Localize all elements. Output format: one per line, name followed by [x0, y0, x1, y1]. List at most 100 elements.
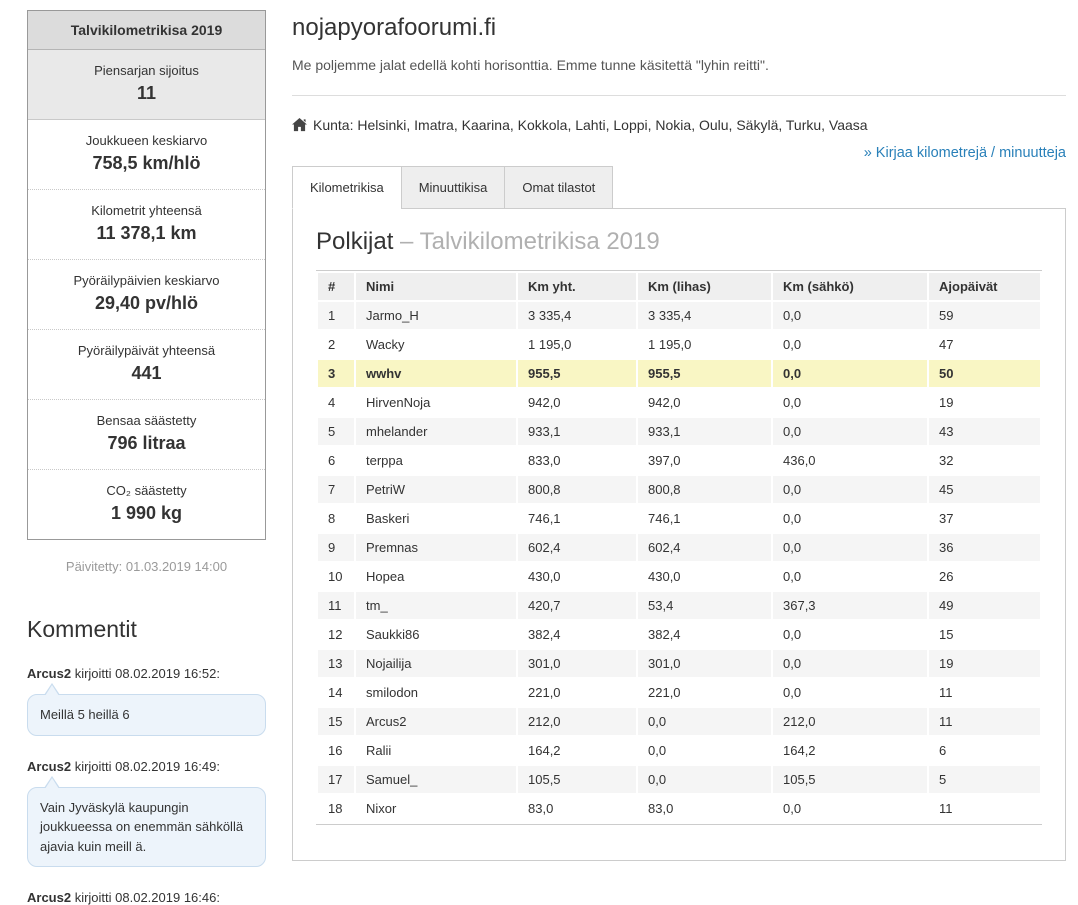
comments-heading: Kommentit	[27, 616, 266, 643]
team-stats-list: Piensarjan sijoitus 11 Joukkueen keskiar…	[28, 50, 265, 539]
tab[interactable]: Omat tilastot	[504, 166, 613, 209]
cell-km-muscle: 382,4	[638, 621, 771, 648]
team-stat: Piensarjan sijoitus 11	[28, 50, 265, 120]
cell-km-muscle: 0,0	[638, 766, 771, 793]
cell-days: 49	[929, 592, 1040, 619]
cell-km-total: 942,0	[518, 389, 636, 416]
comment: Arcus2 kirjoitti 08.02.2019 16:49: Vain …	[27, 759, 266, 868]
cell-rank: 18	[318, 795, 354, 822]
col-header-km-total: Km yht.	[518, 273, 636, 300]
cell-name: Wacky	[356, 331, 516, 358]
cell-km-electric: 0,0	[773, 679, 927, 706]
riders-table-head: # Nimi Km yht. Km (lihas) Km (sähkö) Ajo…	[318, 273, 1040, 300]
cell-km-total: 3 335,4	[518, 302, 636, 329]
cell-km-total: 933,1	[518, 418, 636, 445]
team-stat-label: Pyöräilypäivien keskiarvo	[36, 273, 257, 288]
comment-timestamp: kirjoitti 08.02.2019 16:52:	[71, 666, 220, 681]
table-row: 3 wwhv 955,5 955,5 0,0 50	[318, 360, 1040, 387]
cell-km-muscle: 602,4	[638, 534, 771, 561]
cell-name: Baskeri	[356, 505, 516, 532]
comment-meta: Arcus2 kirjoitti 08.02.2019 16:49:	[27, 759, 266, 774]
table-row: 17 Samuel_ 105,5 0,0 105,5 5	[318, 766, 1040, 793]
cell-km-electric: 0,0	[773, 360, 927, 387]
cell-km-muscle: 800,8	[638, 476, 771, 503]
team-stat-label: Kilometrit yhteensä	[36, 203, 257, 218]
team-stat-value: 29,40 pv/hlö	[36, 293, 257, 314]
cell-rank: 14	[318, 679, 354, 706]
cell-days: 47	[929, 331, 1040, 358]
cell-km-electric: 0,0	[773, 418, 927, 445]
cell-rank: 8	[318, 505, 354, 532]
cell-km-total: 83,0	[518, 795, 636, 822]
cell-km-total: 382,4	[518, 621, 636, 648]
cell-km-muscle: 1 195,0	[638, 331, 771, 358]
table-row: 16 Ralii 164,2 0,0 164,2 6	[318, 737, 1040, 764]
cell-rank: 15	[318, 708, 354, 735]
cell-km-muscle: 3 335,4	[638, 302, 771, 329]
municipality-text: Kunta: Helsinki, Imatra, Kaarina, Kokkol…	[313, 117, 868, 133]
cell-rank: 16	[318, 737, 354, 764]
cell-name: Nixor	[356, 795, 516, 822]
cell-days: 6	[929, 737, 1040, 764]
table-row: 7 PetriW 800,8 800,8 0,0 45	[318, 476, 1040, 503]
cell-days: 15	[929, 621, 1040, 648]
cell-km-total: 105,5	[518, 766, 636, 793]
home-icon	[292, 118, 307, 132]
team-stat: Joukkueen keskiarvo 758,5 km/hlö	[28, 120, 265, 190]
team-stat-value: 11	[36, 83, 257, 104]
cell-days: 11	[929, 795, 1040, 822]
riders-table-body: 1 Jarmo_H 3 335,4 3 335,4 0,0 59 2 Wacky…	[318, 302, 1040, 822]
main-content: nojapyorafoorumi.fi Me poljemme jalat ed…	[292, 0, 1066, 861]
tab[interactable]: Kilometrikisa	[292, 166, 402, 209]
team-stat-value: 11 378,1 km	[36, 223, 257, 244]
cell-rank: 5	[318, 418, 354, 445]
team-stat: Pyöräilypäivien keskiarvo 29,40 pv/hlö	[28, 260, 265, 330]
team-stats-title: Talvikilometrikisa 2019	[28, 11, 265, 50]
tab[interactable]: Minuuttikisa	[401, 166, 506, 209]
site-title: nojapyorafoorumi.fi	[292, 14, 1066, 42]
team-stat: Pyöräilypäivät yhteensä 441	[28, 330, 265, 400]
cell-km-electric: 0,0	[773, 302, 927, 329]
cell-days: 36	[929, 534, 1040, 561]
cell-name: Ralii	[356, 737, 516, 764]
team-stat-label: Bensaa säästetty	[36, 413, 257, 428]
cell-name: Arcus2	[356, 708, 516, 735]
cell-rank: 3	[318, 360, 354, 387]
cell-name: HirvenNoja	[356, 389, 516, 416]
cell-km-total: 212,0	[518, 708, 636, 735]
cell-km-electric: 0,0	[773, 389, 927, 416]
cell-km-electric: 0,0	[773, 476, 927, 503]
table-row: 14 smilodon 221,0 221,0 0,0 11	[318, 679, 1040, 706]
cell-rank: 9	[318, 534, 354, 561]
col-header-km-muscle: Km (lihas)	[638, 273, 771, 300]
cell-km-muscle: 53,4	[638, 592, 771, 619]
log-kilometers-link[interactable]: » Kirjaa kilometrejä / minuutteja	[864, 145, 1066, 161]
cell-days: 32	[929, 447, 1040, 474]
team-stat-label: Pyöräilypäivät yhteensä	[36, 343, 257, 358]
cell-name: wwhv	[356, 360, 516, 387]
tab-bar: Kilometrikisa Minuuttikisa Omat tilastot	[292, 166, 1066, 209]
cell-km-muscle: 933,1	[638, 418, 771, 445]
cell-days: 19	[929, 389, 1040, 416]
cell-rank: 10	[318, 563, 354, 590]
comment-author: Arcus2	[27, 666, 71, 681]
cell-rank: 12	[318, 621, 354, 648]
site-tagline: Me poljemme jalat edellä kohti horisontt…	[292, 56, 1066, 74]
cell-km-total: 221,0	[518, 679, 636, 706]
team-stat-value: 1 990 kg	[36, 503, 257, 524]
panel-title-suffix: – Talvikilometrikisa 2019	[400, 228, 660, 255]
table-row: 18 Nixor 83,0 83,0 0,0 11	[318, 795, 1040, 822]
cell-km-electric: 0,0	[773, 650, 927, 677]
cell-km-electric: 367,3	[773, 592, 927, 619]
col-header-name: Nimi	[356, 273, 516, 300]
cell-days: 43	[929, 418, 1040, 445]
cell-km-electric: 212,0	[773, 708, 927, 735]
team-stat: Kilometrit yhteensä 11 378,1 km	[28, 190, 265, 260]
cell-days: 37	[929, 505, 1040, 532]
cell-days: 50	[929, 360, 1040, 387]
cell-name: Premnas	[356, 534, 516, 561]
comment: Arcus2 kirjoitti 08.02.2019 16:46:	[27, 890, 266, 905]
col-header-km-electric: Km (sähkö)	[773, 273, 927, 300]
panel-title-main: Polkijat	[316, 228, 393, 255]
cell-name: PetriW	[356, 476, 516, 503]
